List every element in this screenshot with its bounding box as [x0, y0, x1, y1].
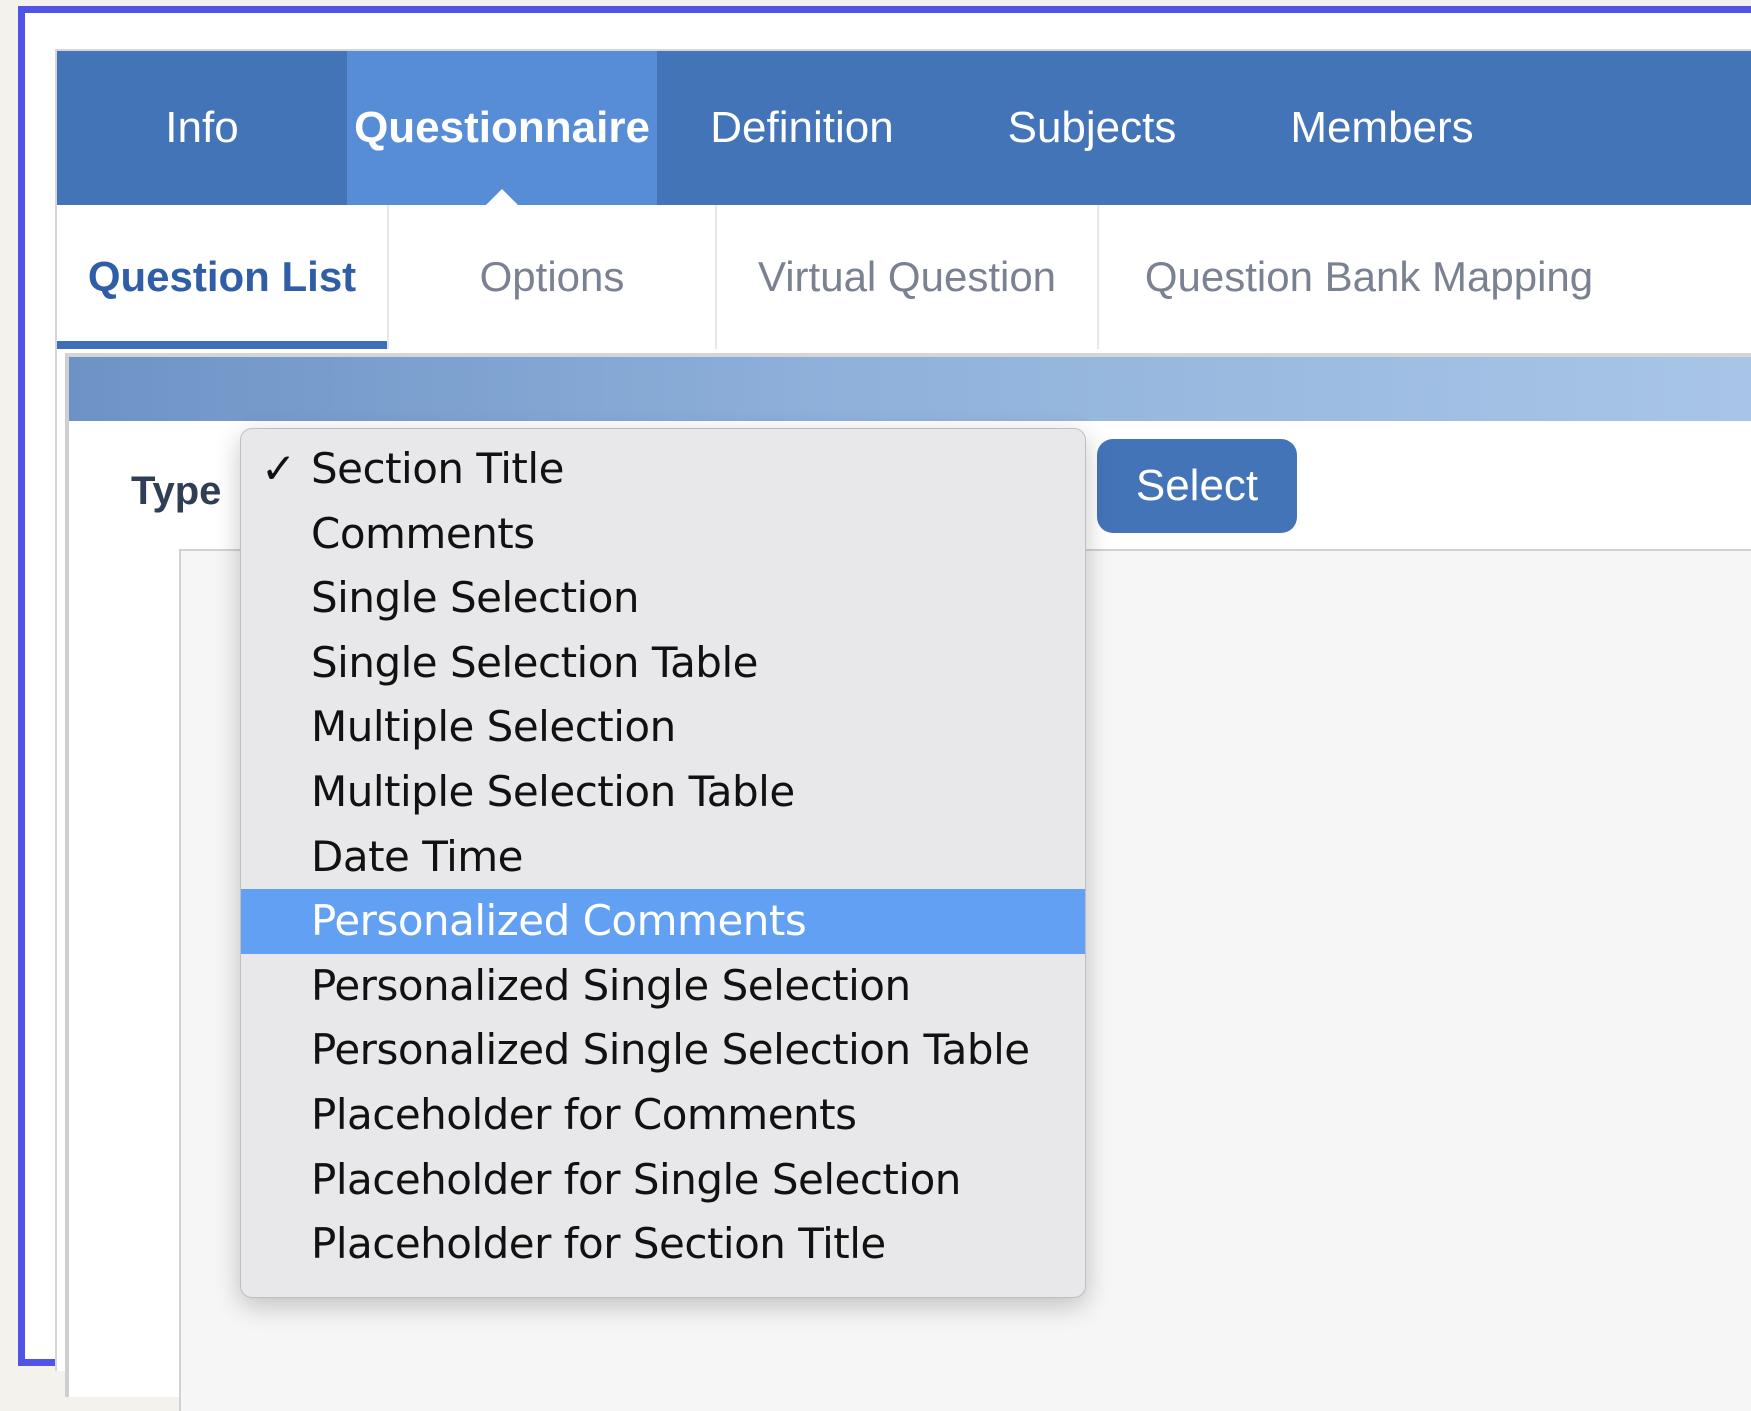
- dropdown-option-label: Single Selection Table: [311, 637, 758, 687]
- subtab-question-list[interactable]: Question List: [57, 205, 387, 349]
- dropdown-option[interactable]: Comments: [241, 502, 1085, 567]
- dropdown-option[interactable]: Single Selection Table: [241, 631, 1085, 696]
- tab-questionnaire[interactable]: Questionnaire: [347, 51, 657, 205]
- dropdown-option-label: Placeholder for Section Title: [311, 1219, 886, 1269]
- dropdown-option-label: Personalized Single Selection: [311, 960, 911, 1010]
- subtab-virtual-question[interactable]: Virtual Question: [717, 205, 1097, 349]
- dropdown-option-label: Multiple Selection Table: [311, 766, 795, 816]
- subtab-options[interactable]: Options: [389, 205, 715, 349]
- main-tab-bar: Info Questionnaire Definition Subjects M…: [57, 51, 1751, 205]
- type-label: Type: [131, 469, 222, 513]
- dropdown-option[interactable]: Date Time: [241, 825, 1085, 890]
- dropdown-option-label: Personalized Comments: [311, 896, 807, 946]
- dropdown-option[interactable]: ✓ Section Title: [241, 437, 1085, 502]
- dropdown-option-label: Placeholder for Single Selection: [311, 1154, 961, 1204]
- subtab-question-bank-mapping[interactable]: Question Bank Mapping: [1099, 205, 1639, 349]
- tab-subjects[interactable]: Subjects: [947, 51, 1237, 205]
- dropdown-option-label: Date Time: [311, 831, 524, 881]
- dropdown-option[interactable]: Placeholder for Comments: [241, 1083, 1085, 1148]
- dropdown-option[interactable]: Personalized Comments: [241, 889, 1085, 954]
- tab-info[interactable]: Info: [57, 51, 347, 205]
- tab-definition[interactable]: Definition: [657, 51, 947, 205]
- dropdown-option-label: Single Selection: [311, 573, 640, 623]
- dropdown-option[interactable]: Personalized Single Selection Table: [241, 1018, 1085, 1083]
- dropdown-option[interactable]: Single Selection: [241, 566, 1085, 631]
- dropdown-option-label: Multiple Selection: [311, 702, 676, 752]
- dropdown-option[interactable]: Placeholder for Single Selection: [241, 1148, 1085, 1213]
- dropdown-option-label: Placeholder for Comments: [311, 1089, 857, 1139]
- dropdown-option[interactable]: Multiple Selection: [241, 695, 1085, 760]
- dropdown-option-label: Comments: [311, 508, 535, 558]
- dropdown-option[interactable]: Placeholder for Section Title: [241, 1212, 1085, 1277]
- dropdown-option-label: Section Title: [311, 444, 564, 493]
- dropdown-option-label: Personalized Single Selection Table: [311, 1025, 1030, 1075]
- dropdown-option[interactable]: Personalized Single Selection: [241, 954, 1085, 1019]
- panel-header-bar: [69, 357, 1751, 421]
- dropdown-option[interactable]: Multiple Selection Table: [241, 760, 1085, 825]
- checkmark-icon: ✓: [261, 444, 296, 493]
- select-button[interactable]: Select: [1097, 439, 1297, 533]
- type-dropdown-menu[interactable]: ✓ Section Title Comments Single Selection Si…: [240, 428, 1086, 1298]
- tab-members[interactable]: Members: [1237, 51, 1527, 205]
- sub-tab-bar: Question List Options Virtual Question Q…: [57, 205, 1751, 349]
